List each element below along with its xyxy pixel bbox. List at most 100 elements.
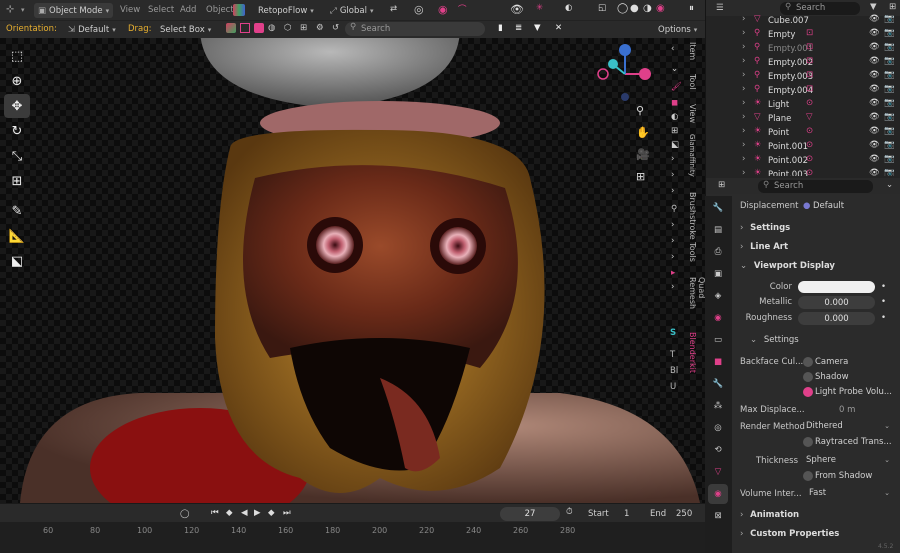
select-box-tool[interactable]: ⬚ [4, 44, 30, 68]
keyframe-dot[interactable]: • [881, 313, 886, 323]
select-mode-icon[interactable] [240, 23, 250, 33]
properties-editor-icon[interactable]: ⊞ [718, 180, 725, 190]
active-mode-icon[interactable] [254, 23, 264, 33]
material-tab[interactable]: ◉ [708, 484, 728, 504]
timeline-ruler[interactable]: 60 80 100 120 140 160 180 200 220 240 260 280 [0, 522, 705, 553]
expand-chevron-icon[interactable]: › [742, 14, 745, 24]
render-camera-icon[interactable]: 📷 [884, 126, 895, 136]
chevron-down-icon[interactable]: ⌄ [886, 180, 893, 190]
falloff-icon[interactable]: ⌒ [458, 3, 467, 15]
line-art-panel-header[interactable]: › Line Art [740, 242, 895, 256]
volume-dropdown[interactable]: Fast ⌄ [809, 488, 890, 501]
outliner-row[interactable]: › ☀ Light ⊙ 👁 📷 [706, 98, 900, 112]
outliner-row[interactable]: › ⚲ Empty.003 ⊡ 👁 📷 [706, 70, 900, 84]
empty-data-icon[interactable]: ⊡ [806, 42, 813, 52]
modifier-tab[interactable]: 🔧 [708, 374, 728, 394]
world-tab[interactable]: ◉ [708, 308, 728, 328]
expand-chevron-icon[interactable]: › [742, 42, 745, 52]
overlay-icon[interactable]: ◐ [565, 3, 572, 13]
chevron-icon-5[interactable]: › [671, 236, 687, 252]
expand-chevron-icon[interactable]: › [742, 154, 745, 164]
empty-data-icon[interactable]: ⊡ [806, 56, 813, 66]
record-icon[interactable]: ◯ [180, 509, 190, 519]
end-value[interactable]: 250 [676, 509, 692, 519]
bookmark-icon[interactable]: ▮ [498, 23, 503, 33]
current-frame-field[interactable]: 27 [500, 507, 560, 521]
render-camera-icon[interactable]: 📷 [884, 154, 895, 164]
clock-icon[interactable]: ⏱ [566, 507, 573, 517]
shading-wire-icon[interactable]: ◯ [617, 3, 628, 14]
jump-start-icon[interactable]: ⏮ [211, 508, 219, 518]
render-tab[interactable]: ▤ [708, 220, 728, 240]
navigation-gizmo[interactable] [595, 42, 655, 102]
grid-icon[interactable]: ⊞ [300, 23, 307, 33]
brush-tool-icon[interactable]: 🖌 [671, 82, 687, 98]
shading-solid-icon[interactable]: ● [630, 3, 639, 14]
render-camera-icon[interactable]: 📷 [884, 42, 895, 52]
prev-keyframe-icon[interactable]: ◆ [226, 508, 233, 518]
chevron-icon-4[interactable]: › [671, 220, 687, 236]
eye-icon[interactable]: 👁 [869, 140, 880, 150]
physics-tab[interactable]: ◎ [708, 418, 728, 438]
light-probe-checkbox[interactable] [803, 387, 813, 397]
render-camera-icon[interactable]: 📷 [884, 84, 895, 94]
metallic-field[interactable]: 0.000 [798, 296, 875, 309]
empty-data-icon[interactable]: ⊡ [806, 28, 813, 38]
texture-tab[interactable]: ⊠ [708, 506, 728, 526]
pause-icon[interactable]: ⏸ [689, 3, 694, 14]
color-swatch[interactable] [798, 281, 875, 293]
collection-tab[interactable]: ▭ [708, 330, 728, 350]
render-camera-icon[interactable]: 📷 [884, 112, 895, 122]
eye-icon[interactable]: 👁 [869, 42, 880, 52]
eye-icon[interactable]: 👁 [869, 112, 880, 122]
next-keyframe-icon[interactable]: ◆ [268, 508, 275, 518]
cube-small-icon[interactable]: ⬕ [671, 140, 687, 154]
proportional-edit-icon[interactable]: ◉ [438, 3, 448, 16]
properties-search-input[interactable]: ⚲ Search [758, 180, 873, 193]
orientation-dropdown[interactable]: ⇲ Default ▾ [64, 22, 120, 37]
keyframe-dot[interactable]: • [881, 282, 886, 292]
tab-view[interactable]: View [688, 100, 697, 130]
expand-chevron-icon[interactable]: › [742, 98, 745, 108]
view-layer-tab[interactable]: ▣ [708, 264, 728, 284]
outliner-row[interactable]: › ⚲ Empty.001 ⊡ 👁 📷 [706, 42, 900, 56]
camera-icon[interactable]: 🎥 [636, 148, 654, 170]
shadow-checkbox[interactable] [803, 372, 813, 382]
expand-icon[interactable]: ⌄ [671, 64, 687, 82]
expand-chevron-icon[interactable]: › [742, 126, 745, 136]
sphere-icon[interactable]: ◐ [671, 112, 687, 126]
keyframe-dot[interactable]: • [881, 297, 886, 307]
eye-icon[interactable]: 👁 [869, 14, 880, 24]
outliner-row[interactable]: › ▽ Plane ▽ 👁 📷 [706, 112, 900, 126]
collapse-icon[interactable]: ‹ [671, 44, 687, 64]
transform-orientation-dropdown[interactable]: ⤢ Global ▾ [326, 3, 377, 18]
chevron-icon-6[interactable]: › [671, 252, 687, 268]
filter-icon[interactable]: ▼ [870, 2, 877, 12]
render-camera-icon[interactable]: 📷 [884, 28, 895, 38]
light-data-icon[interactable]: ⊙ [806, 154, 813, 164]
outliner-row[interactable]: › ☀ Point.003 ⊙ 👁 📷 [706, 168, 900, 176]
eye-icon[interactable]: 👁 [869, 84, 880, 94]
shading-material-icon[interactable]: ◑ [643, 3, 652, 14]
particles-tab[interactable]: ⁂ [708, 396, 728, 416]
tab-item[interactable]: Item [688, 38, 697, 70]
render-camera-icon[interactable]: 📷 [884, 56, 895, 66]
rotate-tool[interactable]: ↻ [4, 119, 30, 143]
roughness-field[interactable]: 0.000 [798, 312, 875, 325]
mode-dropdown[interactable]: ▣ Object Mode ▾ [34, 3, 114, 18]
outliner-row[interactable]: › ☀ Point.002 ⊙ 👁 📷 [706, 154, 900, 168]
sub-settings-header[interactable]: ⌄ Settings [750, 335, 890, 349]
visibility-icon[interactable]: 👁 [510, 3, 524, 16]
tab-t[interactable]: T [670, 350, 686, 366]
animation-panel-header[interactable]: › Animation [740, 510, 895, 524]
mesh-small-icon[interactable]: ⊞ [671, 126, 687, 140]
retopoflow-dropdown[interactable]: RetopoFlow ▾ [254, 3, 318, 18]
from-shadow-checkbox[interactable] [803, 471, 813, 481]
object-tab[interactable]: ■ [708, 352, 728, 372]
tab-bl[interactable]: Bl [670, 366, 686, 382]
outliner-row[interactable]: › ☀ Point ⊙ 👁 📷 [706, 126, 900, 140]
max-displace-value[interactable]: 0 m [839, 405, 855, 415]
shading-rendered-icon[interactable]: ◉ [656, 3, 665, 14]
eye-icon[interactable]: 👁 [869, 168, 880, 176]
tab-quad-remesh[interactable]: Quad Remesh [688, 273, 706, 328]
